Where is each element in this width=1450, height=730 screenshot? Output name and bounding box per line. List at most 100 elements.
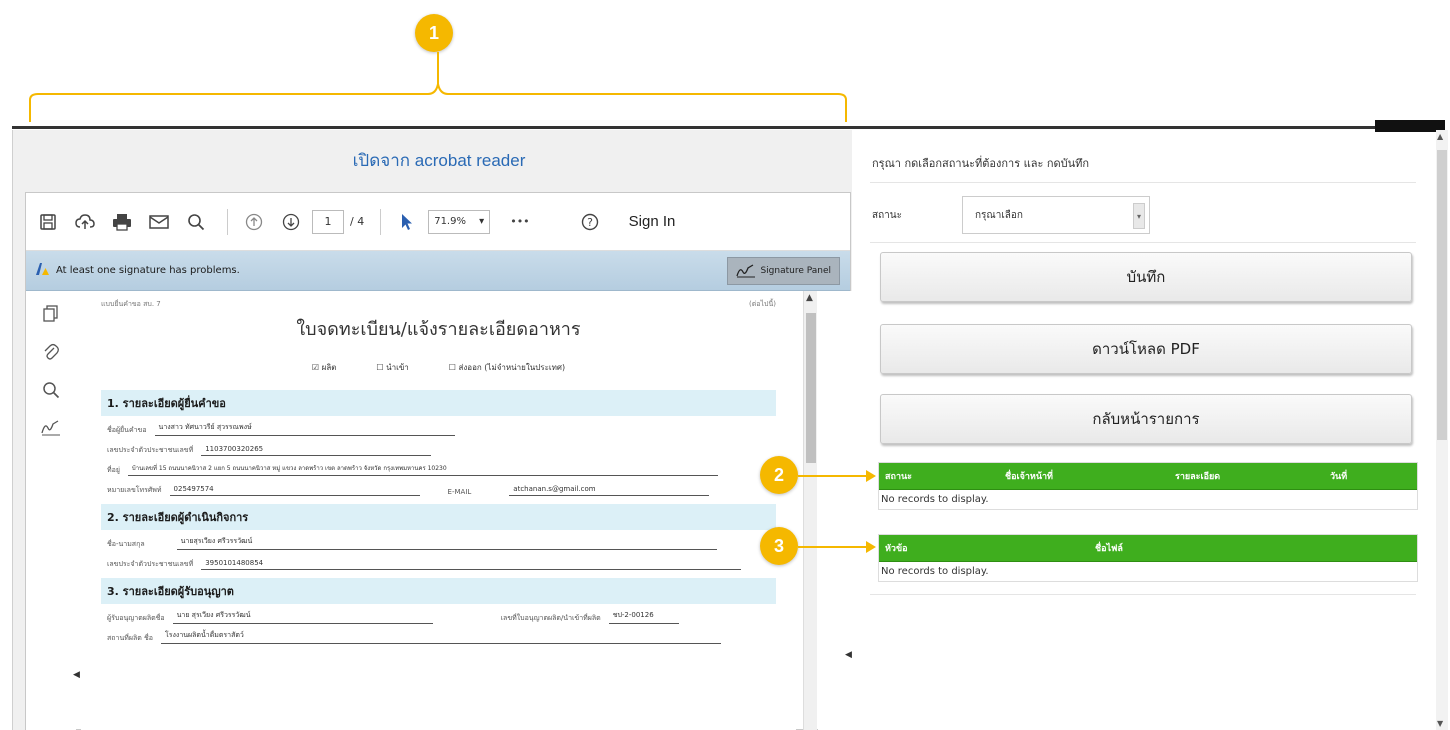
sign-in-link[interactable]: Sign In [629, 213, 676, 230]
grid-empty-message: No records to display. [879, 489, 1417, 509]
scroll-down-icon[interactable]: ▼ [1437, 719, 1443, 728]
zoom-select[interactable]: 71.9% ▾ [428, 209, 491, 234]
instruction-text: กรุณา กดเลือกสถานะที่ต้องการ และ กดบันทึ… [872, 157, 1090, 170]
callout-3-arrow [798, 541, 876, 553]
signature-panel-label: Signature Panel [760, 265, 831, 276]
page-total: / 4 [350, 215, 365, 228]
fill-sign-icon[interactable] [26, 413, 76, 443]
document-type-checks: ☑ ผลิต ☐ นำเข้า ☐ ส่งออก (ไม่จำหน่ายในปร… [101, 361, 776, 374]
field-label: ชื่อผู้ยื่นคำขอ [107, 426, 147, 434]
select-cursor-icon[interactable] [391, 206, 423, 238]
status-label: สถานะ [872, 209, 902, 221]
callout-2-arrow [798, 470, 876, 482]
divider [870, 242, 1416, 243]
grid-column-header[interactable]: ชื่อเจ้าหน้าที่ [999, 469, 1169, 483]
signature-warning-text: At least one signature has problems. [56, 265, 240, 276]
field-label: สถานที่ผลิต ชื่อ [107, 634, 153, 642]
help-icon[interactable]: ? [574, 206, 606, 238]
upload-icon[interactable] [69, 206, 101, 238]
grid-column-header[interactable]: รายละเอียด [1169, 469, 1324, 483]
section-1-heading: 1. รายละเอียดผู้ยื่นคำขอ [101, 390, 776, 416]
grid-column-header[interactable]: วันที่ [1324, 469, 1347, 483]
status-history-grid: สถานะ ชื่อเจ้าหน้าที่ รายละเอียด วันที่ … [878, 462, 1418, 510]
check-produce: ☑ ผลิต [311, 363, 337, 372]
check-import: ☐ นำเข้า [376, 363, 409, 372]
field-value: นายสุรเวียง ศรีวรรวัฒน์ [176, 536, 717, 550]
scroll-up-icon[interactable]: ▲ [1437, 132, 1443, 141]
zoom-value: 71.9% [434, 216, 466, 227]
form-number: แบบยื่นคำขอ สบ. 7 [101, 300, 161, 308]
pdf-scroll-thumb[interactable] [806, 313, 816, 463]
field-label: เลขที่ใบอนุญาตผลิต/นำเข้าที่ผลิต [500, 614, 601, 622]
open-in-acrobat-link[interactable]: เปิดจาก acrobat reader [25, 130, 853, 190]
field-label: ชื่อ-นามสกุล [107, 540, 145, 548]
field-value: โรงงานผลิตน้ำดื่มตราสัตว์ [160, 630, 721, 644]
page-scrollbar[interactable]: ▲ ▼ [1436, 130, 1448, 730]
field-label: หมายเลขโทรศัพท์ [107, 486, 162, 494]
signature-panel-button[interactable]: Signature Panel [727, 256, 840, 285]
save-button[interactable]: บันทึก [880, 252, 1412, 302]
callout-3: 3 [760, 527, 798, 565]
svg-text:?: ? [587, 216, 593, 229]
frame-top-border [12, 126, 1437, 129]
divider [870, 594, 1416, 595]
status-select[interactable]: กรุณาเลือก ▾ [962, 196, 1150, 234]
toolbar-separator [380, 208, 382, 235]
status-row: สถานะ กรุณาเลือก ▾ [872, 196, 1150, 234]
frame-corner [1375, 120, 1445, 132]
form-top-right: (ต่อไปนี้) [749, 300, 776, 308]
download-pdf-button[interactable]: ดาวน์โหลด PDF [880, 324, 1412, 374]
callout-1: 1 [415, 14, 453, 52]
mail-icon[interactable] [143, 206, 175, 238]
signature-warning-bar: At least one signature has problems. Sig… [26, 251, 850, 291]
field-value: ชป-2-00126 [608, 610, 679, 624]
field-value: atchanan.s@gmail.com [509, 485, 710, 496]
next-page-icon[interactable] [275, 206, 307, 238]
field-label: ผู้รับอนุญาตผลิตชื่อ [107, 614, 165, 622]
grid-column-header[interactable]: สถานะ [879, 469, 999, 483]
toolbar-separator [227, 208, 228, 235]
pdf-right-gutter [818, 291, 852, 730]
chevron-down-icon: ▾ [479, 216, 485, 227]
grid-empty-message: No records to display. [879, 561, 1417, 581]
callout-1-bracket [29, 52, 847, 122]
collapse-pane-icon[interactable]: ◀ [845, 650, 852, 660]
attachment-icon[interactable] [26, 337, 76, 367]
field-label: เลขประจำตัวประชาชนเลขที่ [107, 446, 194, 454]
page-scroll-thumb[interactable] [1437, 150, 1447, 440]
section-3-place-row: สถานที่ผลิต ชื่อ โรงงานผลิตน้ำดื่มตราสัต… [101, 624, 776, 644]
scroll-up-icon[interactable]: ▲ [806, 293, 813, 303]
collapse-left-icon[interactable]: ◀ [73, 670, 80, 680]
pdf-scrollbar[interactable]: ▲ [803, 291, 817, 730]
section-1-name-row: ชื่อผู้ยื่นคำขอ นางสาว ทัศนาวรีย์ สุวรรณ… [101, 416, 776, 436]
pdf-page: แบบยื่นคำขอ สบ. 7 (ต่อไปนี้) ใบจดทะเบียน… [81, 291, 796, 730]
field-value: นางสาว ทัศนาวรีย์ สุวรรณพงษ์ [154, 422, 455, 436]
field-value: 025497574 [169, 485, 420, 496]
section-3-heading: 3. รายละเอียดผู้รับอนุญาต [101, 578, 776, 604]
pages-icon[interactable] [26, 299, 76, 329]
signature-warning-icon [34, 261, 52, 281]
grid-header: สถานะ ชื่อเจ้าหน้าที่ รายละเอียด วันที่ [879, 463, 1417, 489]
grid-column-header[interactable]: หัวข้อ [879, 541, 1089, 555]
page-number-input[interactable]: 1 [312, 209, 344, 234]
field-value: บ้านเลขที่ 15 ถนนนาคนิวาส 2 แยก 5 ถนนนาค… [127, 463, 718, 476]
grid-header: หัวข้อ ชื่อไฟล์ [879, 535, 1417, 561]
section-2-heading: 2. รายละเอียดผู้ดำเนินกิจการ [101, 504, 776, 530]
section-3-licensee-row: ผู้รับอนุญาตผลิตชื่อ นาย สุรเวียง ศรีวรร… [101, 604, 776, 624]
prev-page-icon[interactable] [238, 206, 270, 238]
pdf-side-tools [26, 291, 76, 730]
more-tools-button[interactable]: ••• [510, 215, 529, 228]
field-value: นาย สุรเวียง ศรีวรรวัฒน์ [172, 610, 433, 624]
grid-column-header[interactable]: ชื่อไฟล์ [1089, 541, 1329, 555]
field-label: เลขประจำตัวประชาชนเลขที่ [107, 560, 194, 568]
search-icon[interactable] [180, 206, 212, 238]
print-icon[interactable] [106, 206, 138, 238]
save-icon[interactable] [32, 206, 64, 238]
attachments-grid: หัวข้อ ชื่อไฟล์ No records to display. [878, 534, 1418, 582]
search-side-icon[interactable] [26, 375, 76, 405]
pdf-preview-pane: เปิดจาก acrobat reader 1 / 4 71.9% ▾ •••… [12, 130, 852, 730]
status-panel: กรุณา กดเลือกสถานะที่ต้องการ และ กดบันทึ… [862, 140, 1424, 730]
section-1-address-row: ที่อยู่ บ้านเลขที่ 15 ถนนนาคนิวาส 2 แยก … [101, 456, 776, 476]
section-1-contact-row: หมายเลขโทรศัพท์ 025497574 E-MAIL atchana… [101, 476, 776, 496]
back-to-list-button[interactable]: กลับหน้ารายการ [880, 394, 1412, 444]
